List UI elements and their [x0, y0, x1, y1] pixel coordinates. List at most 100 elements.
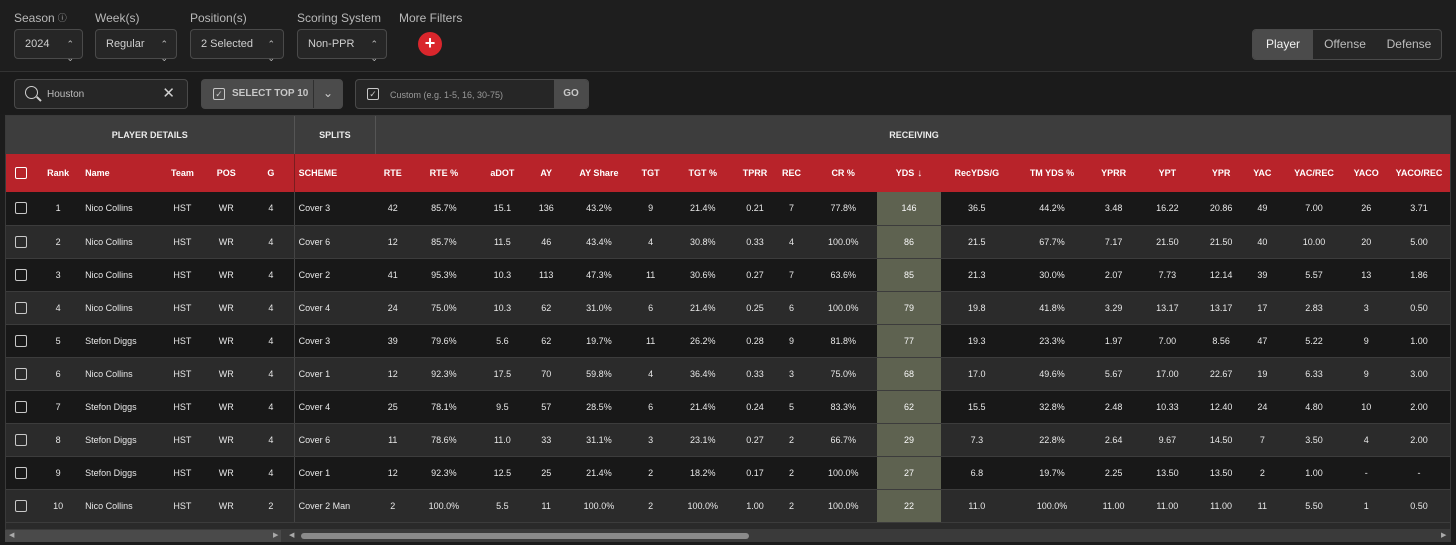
scroll-left-icon[interactable]: ◀ [289, 530, 294, 542]
col-tgt-pct[interactable]: TGT % [668, 154, 737, 192]
table-row[interactable]: 9 Stefon Diggs HST WR 4 Cover 1 12 92.3% 12.5 25 2… [6, 456, 1450, 490]
cell-yac: 24 [1243, 390, 1282, 424]
cell-tm-yds-pct: 22.8% [1012, 423, 1092, 457]
group-receiving: RECEIVING [375, 116, 1450, 154]
row-checkbox[interactable] [14, 433, 27, 446]
table-row[interactable]: 6 Nico Collins HST WR 4 Cover 1 12 92.3% 17.5 70 5… [6, 357, 1450, 391]
row-checkbox[interactable] [14, 466, 27, 479]
cell-g: 4 [248, 291, 295, 325]
col-yac[interactable]: YAC [1243, 154, 1282, 192]
col-g[interactable]: G [248, 154, 295, 192]
season-label: Season [14, 11, 55, 25]
cell-yaco-rec: 2.00 [1386, 390, 1450, 424]
col-rank[interactable]: Rank [35, 154, 82, 192]
col-tgt[interactable]: TGT [632, 154, 669, 192]
col-cr-pct[interactable]: CR % [809, 154, 877, 192]
col-rec[interactable]: REC [773, 154, 810, 192]
scroll-left-icon[interactable]: ◀ [9, 530, 14, 542]
cell-ay: 11 [526, 489, 566, 523]
tab-offense[interactable]: Offense [1313, 30, 1377, 59]
cell-yac-rec: 2.83 [1281, 291, 1347, 325]
row-checkbox[interactable] [14, 367, 27, 380]
col-tm-yds-pct[interactable]: TM YDS % [1012, 154, 1092, 192]
weeks-select[interactable]: Regular ⌃ ⌄ [95, 29, 177, 63]
cell-tgt: 4 [632, 225, 669, 259]
info-icon[interactable]: ⓘ [58, 10, 67, 26]
cell-pos: WR [204, 423, 249, 457]
season-select[interactable]: 2024 ⌃ ⌄ [14, 29, 83, 63]
col-rte[interactable]: RTE [375, 154, 410, 192]
col-yaco-rec[interactable]: YACO/REC [1386, 154, 1450, 192]
scoring-select[interactable]: Non-PPR ⌃ ⌄ [297, 29, 387, 63]
row-checkbox[interactable] [14, 334, 27, 347]
cell-yaco-rec: 1.00 [1386, 324, 1450, 358]
col-pos[interactable]: POS [204, 154, 249, 192]
col-adot[interactable]: aDOT [477, 154, 527, 192]
cell-yprr: 2.64 [1091, 423, 1136, 457]
cell-team: HST [160, 324, 205, 358]
table-row[interactable]: 3 Nico Collins HST WR 4 Cover 2 41 95.3% 10.3 113… [6, 258, 1450, 292]
col-yds[interactable]: YDS ↓ [876, 154, 942, 192]
col-ay[interactable]: AY [526, 154, 566, 192]
col-yac-rec[interactable]: YAC/REC [1281, 154, 1347, 192]
cell-tprr: 0.25 [736, 291, 774, 325]
checkbox-icon[interactable]: ✓ [367, 88, 379, 100]
table-row[interactable]: 8 Stefon Diggs HST WR 4 Cover 6 11 78.6% 11.0 33 3… [6, 423, 1450, 457]
cell-tgt: 11 [632, 324, 669, 358]
select-all-checkbox[interactable] [14, 167, 27, 179]
cell-yaco-rec: 5.00 [1386, 225, 1450, 259]
table-row[interactable]: 1 Nico Collins HST WR 4 Cover 3 42 85.7% 15.1 136… [6, 192, 1450, 226]
view-toggle: Player Offense Defense [1252, 29, 1442, 60]
cell-rte-pct: 85.7% [409, 192, 478, 226]
chevron-updown-icon: ⌃ ⌄ [160, 39, 168, 63]
tab-defense[interactable]: Defense [1377, 30, 1441, 59]
row-select-cell [6, 324, 36, 358]
table-row[interactable]: 4 Nico Collins HST WR 4 Cover 4 24 75.0% 10.3 62 3… [6, 291, 1450, 325]
row-checkbox[interactable] [14, 202, 27, 215]
table-row[interactable]: 5 Stefon Diggs HST WR 4 Cover 3 39 79.6% 5.6 62 19… [6, 324, 1450, 358]
checkbox-icon: ✓ [213, 88, 225, 100]
search-input[interactable] [47, 86, 167, 103]
col-ypt[interactable]: YPT [1135, 154, 1200, 192]
close-icon[interactable]: ✕ [162, 84, 175, 102]
row-checkbox[interactable] [14, 301, 27, 314]
table-row[interactable]: 10 Nico Collins HST WR 2 Cover 2 Man 2 100.0% 5.… [6, 489, 1450, 523]
custom-range-input[interactable] [390, 86, 550, 103]
col-yaco[interactable]: YACO [1346, 154, 1387, 192]
cell-team: HST [160, 423, 205, 457]
row-checkbox[interactable] [14, 400, 27, 413]
add-filter-button[interactable]: + [418, 32, 442, 56]
season-value: 2024 [25, 38, 50, 50]
positions-select[interactable]: 2 Selected ⌃ ⌄ [190, 29, 284, 63]
chevron-updown-icon: ⌃ ⌄ [370, 39, 378, 63]
col-name[interactable]: Name [81, 154, 161, 192]
go-button[interactable]: GO [554, 80, 588, 108]
table-row[interactable]: 7 Stefon Diggs HST WR 4 Cover 4 25 78.1% 9.5 57 28… [6, 390, 1450, 424]
col-tprr[interactable]: TPRR [736, 154, 774, 192]
col-rte-pct[interactable]: RTE % [409, 154, 478, 192]
col-yprr[interactable]: YPRR [1091, 154, 1136, 192]
row-checkbox[interactable] [14, 235, 27, 248]
table-row[interactable]: 2 Nico Collins HST WR 4 Cover 6 12 85.7% 11.5 46 4… [6, 225, 1450, 259]
chevron-down-icon[interactable]: ⌄ [313, 80, 342, 108]
col-scheme[interactable]: SCHEME [293, 154, 376, 192]
col-ypr[interactable]: YPR [1199, 154, 1244, 192]
col-team[interactable]: Team [160, 154, 205, 192]
row-checkbox[interactable] [14, 268, 27, 281]
select-top-button[interactable]: ✓ SELECT TOP 10 ⌄ [201, 79, 343, 109]
row-select-cell [6, 291, 36, 325]
scoring-label: Scoring System [297, 11, 382, 25]
col-recyds-g[interactable]: RecYDS/G [941, 154, 1013, 192]
cell-yprr: 2.25 [1091, 456, 1136, 490]
scrollbar-thumb[interactable] [301, 533, 749, 539]
horizontal-scrollbar[interactable]: ◀ ▶ ◀ ▶ [5, 530, 1451, 542]
row-checkbox[interactable] [14, 499, 27, 512]
scroll-right-icon[interactable]: ▶ [1441, 530, 1446, 542]
cell-rank: 4 [35, 291, 82, 325]
col-ay-share[interactable]: AY Share [565, 154, 633, 192]
scroll-right-icon[interactable]: ▶ [273, 530, 278, 542]
cell-scheme: Cover 4 [293, 390, 376, 424]
select-all-cell [6, 154, 36, 192]
cell-yds: 79 [876, 291, 942, 325]
tab-player[interactable]: Player [1253, 30, 1313, 59]
